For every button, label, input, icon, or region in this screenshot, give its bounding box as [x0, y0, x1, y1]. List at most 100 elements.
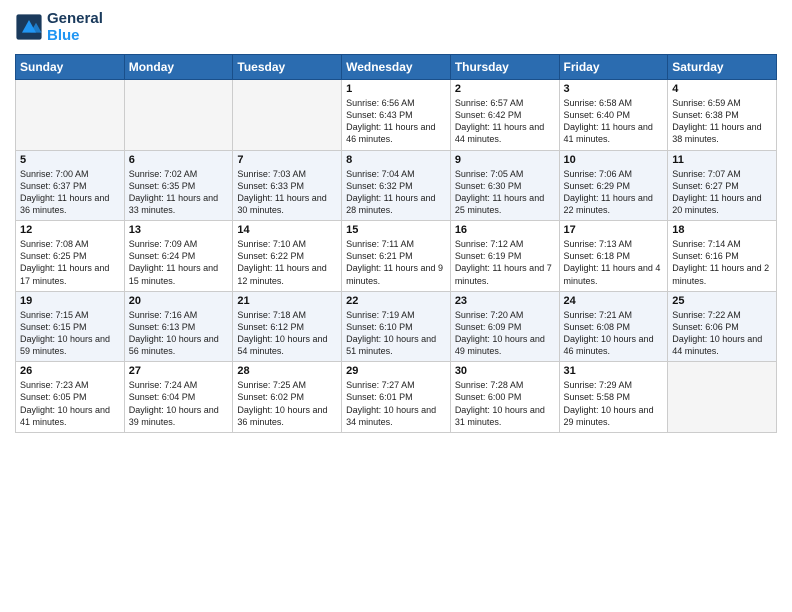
- day-info: Sunrise: 7:23 AM Sunset: 6:05 PM Dayligh…: [20, 379, 120, 428]
- day-number: 8: [346, 154, 446, 166]
- day-number: 1: [346, 83, 446, 95]
- calendar-cell: 30Sunrise: 7:28 AM Sunset: 6:00 PM Dayli…: [450, 362, 559, 433]
- day-info: Sunrise: 7:00 AM Sunset: 6:37 PM Dayligh…: [20, 168, 120, 217]
- weekday-header-sunday: Sunday: [16, 55, 125, 80]
- day-number: 31: [564, 365, 664, 377]
- day-number: 2: [455, 83, 555, 95]
- day-info: Sunrise: 7:22 AM Sunset: 6:06 PM Dayligh…: [672, 309, 772, 358]
- day-info: Sunrise: 6:59 AM Sunset: 6:38 PM Dayligh…: [672, 97, 772, 146]
- day-info: Sunrise: 7:03 AM Sunset: 6:33 PM Dayligh…: [237, 168, 337, 217]
- calendar-cell: 8 Sunrise: 7:04 AM Sunset: 6:32 PM Daylig…: [342, 150, 451, 221]
- day-info: Sunrise: 7:04 AM Sunset: 6:32 PM Dayligh…: [346, 168, 446, 217]
- calendar-page: General Blue SundayMondayTuesdayWednesda…: [0, 0, 792, 448]
- weekday-header-tuesday: Tuesday: [233, 55, 342, 80]
- calendar-cell: 17Sunrise: 7:13 AM Sunset: 6:18 PM Dayli…: [559, 221, 668, 292]
- day-info: Sunrise: 7:28 AM Sunset: 6:00 PM Dayligh…: [455, 379, 555, 428]
- calendar-cell: 7 Sunrise: 7:03 AM Sunset: 6:33 PM Daylig…: [233, 150, 342, 221]
- calendar-cell: 31Sunrise: 7:29 AM Sunset: 5:58 PM Dayli…: [559, 362, 668, 433]
- calendar-cell: 22 Sunrise: 7:19 AM Sunset: 6:10 PM Dayli…: [342, 291, 451, 362]
- calendar-cell: [233, 80, 342, 151]
- weekday-header-friday: Friday: [559, 55, 668, 80]
- day-number: 27: [129, 365, 229, 377]
- calendar-cell: 18Sunrise: 7:14 AM Sunset: 6:16 PM Dayli…: [668, 221, 777, 292]
- calendar-cell: 29Sunrise: 7:27 AM Sunset: 6:01 PM Dayli…: [342, 362, 451, 433]
- day-number: 16: [455, 224, 555, 236]
- day-info: Sunrise: 7:15 AM Sunset: 6:15 PM Dayligh…: [20, 309, 120, 358]
- day-number: 23: [455, 295, 555, 307]
- day-info: Sunrise: 7:12 AM Sunset: 6:19 PM Dayligh…: [455, 238, 555, 287]
- calendar-cell: 9 Sunrise: 7:05 AM Sunset: 6:30 PM Daylig…: [450, 150, 559, 221]
- calendar-cell: 6 Sunrise: 7:02 AM Sunset: 6:35 PM Daylig…: [124, 150, 233, 221]
- day-info: Sunrise: 7:16 AM Sunset: 6:13 PM Dayligh…: [129, 309, 229, 358]
- calendar-cell: 26 Sunrise: 7:23 AM Sunset: 6:05 PM Dayli…: [16, 362, 125, 433]
- day-info: Sunrise: 7:06 AM Sunset: 6:29 PM Dayligh…: [564, 168, 664, 217]
- calendar-cell: [668, 362, 777, 433]
- calendar-cell: 24 Sunrise: 7:21 AM Sunset: 6:08 PM Dayli…: [559, 291, 668, 362]
- day-number: 9: [455, 154, 555, 166]
- logo: General Blue: [15, 10, 103, 44]
- day-info: Sunrise: 7:10 AM Sunset: 6:22 PM Dayligh…: [237, 238, 337, 287]
- calendar-week-2: 5 Sunrise: 7:00 AM Sunset: 6:37 PM Daylig…: [16, 150, 777, 221]
- day-info: Sunrise: 7:02 AM Sunset: 6:35 PM Dayligh…: [129, 168, 229, 217]
- day-number: 10: [564, 154, 664, 166]
- calendar-cell: 23 Sunrise: 7:20 AM Sunset: 6:09 PM Dayli…: [450, 291, 559, 362]
- day-info: Sunrise: 7:07 AM Sunset: 6:27 PM Dayligh…: [672, 168, 772, 217]
- day-info: Sunrise: 7:19 AM Sunset: 6:10 PM Dayligh…: [346, 309, 446, 358]
- logo-text: General Blue: [47, 10, 103, 44]
- day-number: 12: [20, 224, 120, 236]
- calendar-cell: 10 Sunrise: 7:06 AM Sunset: 6:29 PM Dayli…: [559, 150, 668, 221]
- day-info: Sunrise: 7:20 AM Sunset: 6:09 PM Dayligh…: [455, 309, 555, 358]
- calendar-table: SundayMondayTuesdayWednesdayThursdayFrid…: [15, 54, 777, 433]
- calendar-week-4: 19 Sunrise: 7:15 AM Sunset: 6:15 PM Dayli…: [16, 291, 777, 362]
- day-info: Sunrise: 7:21 AM Sunset: 6:08 PM Dayligh…: [564, 309, 664, 358]
- day-info: Sunrise: 7:09 AM Sunset: 6:24 PM Dayligh…: [129, 238, 229, 287]
- day-number: 13: [129, 224, 229, 236]
- day-number: 19: [20, 295, 120, 307]
- calendar-cell: [16, 80, 125, 151]
- logo-icon: [15, 13, 43, 41]
- calendar-cell: 3Sunrise: 6:58 AM Sunset: 6:40 PM Daylig…: [559, 80, 668, 151]
- calendar-cell: 1 Sunrise: 6:56 AM Sunset: 6:43 PM Daylig…: [342, 80, 451, 151]
- day-number: 24: [564, 295, 664, 307]
- calendar-cell: 15Sunrise: 7:11 AM Sunset: 6:21 PM Dayli…: [342, 221, 451, 292]
- day-number: 26: [20, 365, 120, 377]
- day-number: 4: [672, 83, 772, 95]
- calendar-cell: 28Sunrise: 7:25 AM Sunset: 6:02 PM Dayli…: [233, 362, 342, 433]
- day-number: 3: [564, 83, 664, 95]
- day-number: 7: [237, 154, 337, 166]
- calendar-cell: 13 Sunrise: 7:09 AM Sunset: 6:24 PM Dayli…: [124, 221, 233, 292]
- day-number: 22: [346, 295, 446, 307]
- day-number: 6: [129, 154, 229, 166]
- weekday-header-saturday: Saturday: [668, 55, 777, 80]
- calendar-week-5: 26 Sunrise: 7:23 AM Sunset: 6:05 PM Dayli…: [16, 362, 777, 433]
- day-info: Sunrise: 7:24 AM Sunset: 6:04 PM Dayligh…: [129, 379, 229, 428]
- day-number: 5: [20, 154, 120, 166]
- header: General Blue: [15, 10, 777, 44]
- weekday-header-monday: Monday: [124, 55, 233, 80]
- calendar-cell: 4 Sunrise: 6:59 AM Sunset: 6:38 PM Daylig…: [668, 80, 777, 151]
- day-info: Sunrise: 6:56 AM Sunset: 6:43 PM Dayligh…: [346, 97, 446, 146]
- calendar-week-1: 1 Sunrise: 6:56 AM Sunset: 6:43 PM Daylig…: [16, 80, 777, 151]
- day-number: 20: [129, 295, 229, 307]
- weekday-header-thursday: Thursday: [450, 55, 559, 80]
- day-number: 21: [237, 295, 337, 307]
- calendar-cell: 12 Sunrise: 7:08 AM Sunset: 6:25 PM Dayli…: [16, 221, 125, 292]
- day-info: Sunrise: 7:18 AM Sunset: 6:12 PM Dayligh…: [237, 309, 337, 358]
- calendar-cell: 19 Sunrise: 7:15 AM Sunset: 6:15 PM Dayli…: [16, 291, 125, 362]
- weekday-header-wednesday: Wednesday: [342, 55, 451, 80]
- day-number: 29: [346, 365, 446, 377]
- calendar-cell: 25 Sunrise: 7:22 AM Sunset: 6:06 PM Dayli…: [668, 291, 777, 362]
- calendar-cell: 2 Sunrise: 6:57 AM Sunset: 6:42 PM Daylig…: [450, 80, 559, 151]
- calendar-cell: 27 Sunrise: 7:24 AM Sunset: 6:04 PM Dayli…: [124, 362, 233, 433]
- day-info: Sunrise: 6:57 AM Sunset: 6:42 PM Dayligh…: [455, 97, 555, 146]
- calendar-cell: 5 Sunrise: 7:00 AM Sunset: 6:37 PM Daylig…: [16, 150, 125, 221]
- day-number: 11: [672, 154, 772, 166]
- day-info: Sunrise: 7:08 AM Sunset: 6:25 PM Dayligh…: [20, 238, 120, 287]
- day-number: 14: [237, 224, 337, 236]
- day-info: Sunrise: 7:13 AM Sunset: 6:18 PM Dayligh…: [564, 238, 664, 287]
- day-number: 25: [672, 295, 772, 307]
- calendar-cell: [124, 80, 233, 151]
- day-info: Sunrise: 7:05 AM Sunset: 6:30 PM Dayligh…: [455, 168, 555, 217]
- calendar-cell: 16 Sunrise: 7:12 AM Sunset: 6:19 PM Dayli…: [450, 221, 559, 292]
- weekday-header-row: SundayMondayTuesdayWednesdayThursdayFrid…: [16, 55, 777, 80]
